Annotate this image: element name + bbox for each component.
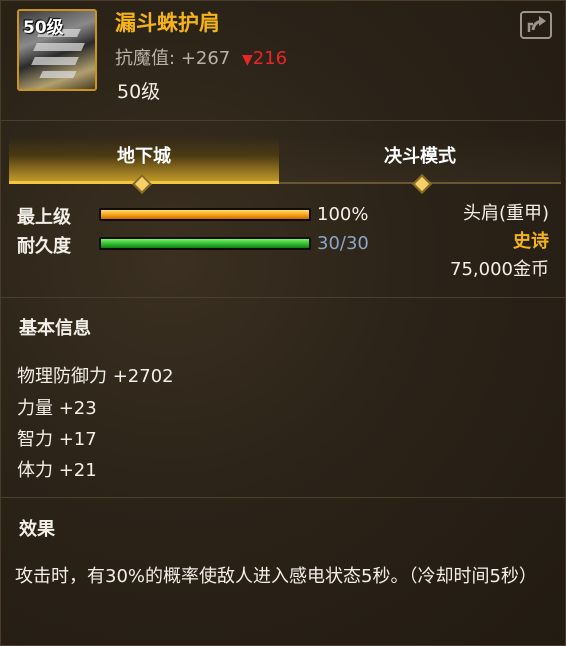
durability-bar — [99, 237, 311, 250]
rarity-label: 史诗 — [513, 231, 549, 252]
magic-resist-drop-value: 216 — [252, 48, 288, 69]
item-tooltip-panel: 50级 漏斗蛛护肩 抗魔值: +267 ▼216 50级 地下城 决斗模式 最上… — [0, 0, 566, 646]
item-level: 50级 — [117, 81, 161, 103]
effect-description: 攻击时，有30%的概率使敌人进入感电状态5秒。（冷却时间5秒） — [15, 566, 537, 587]
durability-value: 30/30 — [317, 233, 369, 254]
down-arrow-icon: ▼ — [242, 52, 253, 68]
attribute-line: 智力 +17 — [17, 429, 97, 450]
share-arrow-glyph — [527, 16, 546, 32]
divider — [1, 120, 566, 121]
equipment-slot: 头肩(重甲) — [462, 203, 549, 224]
divider — [1, 297, 566, 298]
grade-label: 最上级 — [17, 207, 71, 228]
magic-resist-drop: ▼216 — [242, 48, 287, 69]
durability-label: 耐久度 — [17, 236, 71, 257]
attribute-line: 体力 +21 — [17, 460, 97, 481]
item-name: 漏斗蛛护肩 — [115, 11, 220, 35]
magic-resist-label: 抗魔值: — [115, 48, 176, 69]
shoulder-armor-icon[interactable]: 50级 — [17, 9, 97, 91]
magic-resist-value: +267 — [180, 48, 231, 69]
attribute-line: 物理防御力 +2702 — [17, 366, 174, 387]
item-header: 50级 漏斗蛛护肩 抗魔值: +267 ▼216 50级 — [1, 1, 566, 119]
effect-title: 效果 — [19, 519, 55, 540]
grade-bar-fill — [101, 210, 309, 219]
basic-info-title: 基本信息 — [19, 318, 91, 339]
item-level-badge: 50级 — [23, 18, 64, 38]
divider — [1, 497, 566, 498]
magic-resist-line: 抗魔值: +267 ▼216 — [115, 44, 287, 70]
durability-bar-fill — [101, 239, 309, 248]
attribute-line: 力量 +23 — [17, 398, 97, 419]
sell-price: 75,000金币 — [450, 259, 549, 280]
grade-value: 100% — [317, 204, 369, 225]
grade-bar — [99, 208, 311, 221]
share-icon[interactable] — [520, 11, 552, 39]
